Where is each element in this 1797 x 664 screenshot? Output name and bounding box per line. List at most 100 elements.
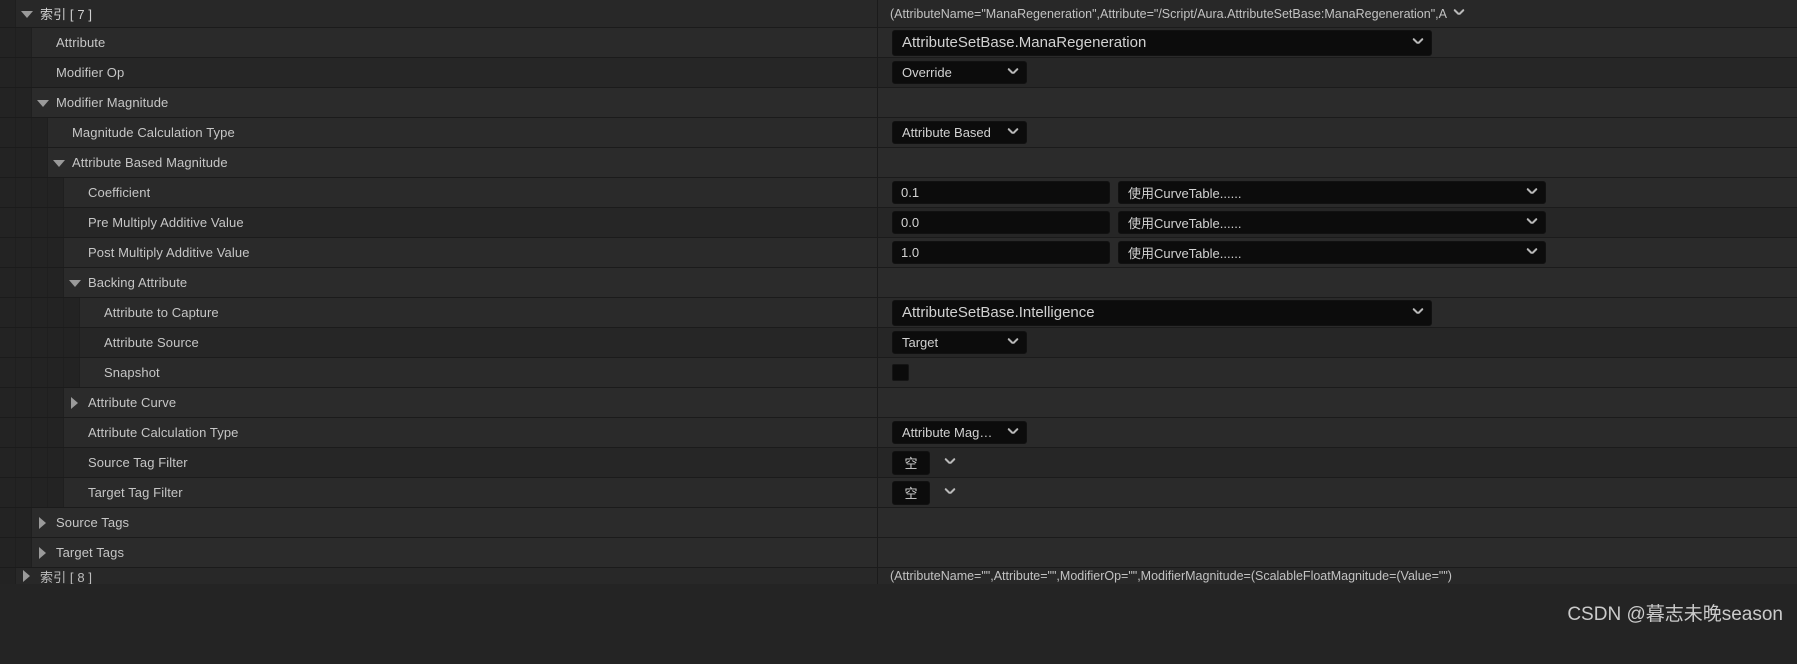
chevron-down-icon[interactable] [944, 486, 957, 499]
indent-guide [0, 328, 16, 357]
indent-guide [16, 238, 32, 267]
attribute-calculation-type-value: Attribute Magnitude [902, 425, 999, 440]
indent-guide [16, 508, 32, 537]
row-target-tags[interactable]: Target Tags [0, 538, 1797, 568]
value-cell-snapshot [878, 358, 1797, 387]
row-coefficient[interactable]: Coefficient 0.1 使用CurveTable...... [0, 178, 1797, 208]
indent-guide [0, 358, 16, 387]
indent-guide [32, 388, 48, 417]
row-attribute-curve[interactable]: Attribute Curve [0, 388, 1797, 418]
indent-guide [48, 268, 64, 297]
array-index-header-row[interactable]: 索引 [ 7 ] (AttributeName="ManaRegeneratio… [0, 0, 1797, 28]
spacer-icon [84, 366, 98, 380]
spacer-icon [68, 426, 82, 440]
label-cell-magnitude-calculation-type: Magnitude Calculation Type [0, 118, 878, 147]
next-array-index-header-row[interactable]: 索引 [ 8 ] (AttributeName="",Attribute="",… [0, 568, 1797, 584]
details-panel: 索引 [ 7 ] (AttributeName="ManaRegeneratio… [0, 0, 1797, 664]
indent-guide [0, 178, 16, 207]
indent-guide [0, 58, 16, 87]
row-post-multiply-additive-value[interactable]: Post Multiply Additive Value 1.0 使用Curve… [0, 238, 1797, 268]
magnitude-calculation-type-dropdown[interactable]: Attribute Based [892, 121, 1027, 144]
indent-guide [0, 418, 16, 447]
label-cell-target-tags: Target Tags [0, 538, 878, 567]
label-cell-modifier-magnitude: Modifier Magnitude [0, 88, 878, 117]
post-multiply-curve-dropdown[interactable]: 使用CurveTable...... [1118, 241, 1546, 264]
chevron-down-icon[interactable] [52, 156, 66, 170]
label-post-multiply-additive-value: Post Multiply Additive Value [88, 245, 250, 260]
indent-guide [32, 178, 48, 207]
attribute-dropdown[interactable]: AttributeSetBase.ManaRegeneration [892, 29, 1432, 56]
chevron-right-icon[interactable] [20, 569, 34, 583]
row-magnitude-calculation-type[interactable]: Magnitude Calculation Type Attribute Bas… [0, 118, 1797, 148]
indent-guide [64, 298, 80, 327]
row-attribute-calculation-type[interactable]: Attribute Calculation Type Attribute Mag… [0, 418, 1797, 448]
chevron-down-icon[interactable] [1453, 7, 1466, 20]
label-target-tags: Target Tags [56, 545, 125, 560]
indent-guide [16, 178, 32, 207]
indent-guide [16, 448, 32, 477]
chevron-down-icon[interactable] [68, 276, 82, 290]
row-pre-multiply-additive-value[interactable]: Pre Multiply Additive Value 0.0 使用CurveT… [0, 208, 1797, 238]
snapshot-checkbox[interactable] [892, 364, 909, 381]
row-attribute-to-capture[interactable]: Attribute to Capture AttributeSetBase.In… [0, 298, 1797, 328]
row-modifier-op[interactable]: Modifier Op Override [0, 58, 1797, 88]
chevron-down-icon [1526, 186, 1539, 199]
attribute-calculation-type-dropdown[interactable]: Attribute Magnitude [892, 421, 1027, 444]
value-cell-source-tag-filter: 空 [878, 448, 1797, 477]
indent-guide [48, 358, 64, 387]
chevron-right-icon[interactable] [68, 396, 82, 410]
chevron-down-icon[interactable] [944, 456, 957, 469]
coefficient-input[interactable]: 0.1 [892, 181, 1110, 204]
row-source-tag-filter[interactable]: Source Tag Filter 空 [0, 448, 1797, 478]
chevron-down-icon[interactable] [36, 96, 50, 110]
indent-guide [16, 298, 32, 327]
attribute-source-dropdown[interactable]: Target [892, 331, 1027, 354]
indent-guide [16, 478, 32, 507]
chevron-right-icon[interactable] [36, 546, 50, 560]
row-backing-attribute[interactable]: Backing Attribute [0, 268, 1797, 298]
indent-guide [0, 28, 16, 57]
csdn-watermark: CSDN @暮志未晚season [1567, 604, 1783, 625]
attribute-to-capture-dropdown[interactable]: AttributeSetBase.Intelligence [892, 299, 1432, 326]
value-cell-attribute-calculation-type: Attribute Magnitude [878, 418, 1797, 447]
row-attribute[interactable]: Attribute AttributeSetBase.ManaRegenerat… [0, 28, 1797, 58]
next-index-header-label-cell: 索引 [ 8 ] [0, 568, 878, 584]
indent-guide [16, 118, 32, 147]
pre-multiply-curve-dropdown[interactable]: 使用CurveTable...... [1118, 211, 1546, 234]
row-target-tag-filter[interactable]: Target Tag Filter 空 [0, 478, 1797, 508]
index-header-label-cell: 索引 [ 7 ] [0, 0, 878, 27]
spacer-icon [52, 126, 66, 140]
indent-guide [16, 418, 32, 447]
spacer-icon [84, 336, 98, 350]
chevron-down-icon[interactable] [20, 7, 34, 21]
label-attribute-source: Attribute Source [104, 335, 199, 350]
source-tag-filter-button[interactable]: 空 [892, 450, 930, 475]
row-attribute-based-magnitude[interactable]: Attribute Based Magnitude [0, 148, 1797, 178]
row-snapshot[interactable]: Snapshot [0, 358, 1797, 388]
indent-guide [16, 358, 32, 387]
source-tag-filter-value: 空 [904, 456, 918, 471]
row-modifier-magnitude[interactable]: Modifier Magnitude [0, 88, 1797, 118]
coefficient-curve-dropdown[interactable]: 使用CurveTable...... [1118, 181, 1546, 204]
spacer-icon [68, 486, 82, 500]
chevron-down-icon [1412, 36, 1425, 49]
post-multiply-additive-value-input[interactable]: 1.0 [892, 241, 1110, 264]
coefficient-value: 0.1 [901, 185, 920, 200]
value-cell-attribute-curve [878, 388, 1797, 417]
chevron-down-icon [1007, 336, 1020, 349]
row-source-tags[interactable]: Source Tags [0, 508, 1797, 538]
spacer-icon [68, 216, 82, 230]
chevron-right-icon[interactable] [36, 516, 50, 530]
value-cell-target-tags [878, 538, 1797, 567]
label-attribute-curve: Attribute Curve [88, 395, 177, 410]
indent-guide [0, 538, 16, 567]
modifier-op-dropdown[interactable]: Override [892, 61, 1027, 84]
label-cell-post-multiply-additive-value: Post Multiply Additive Value [0, 238, 878, 267]
target-tag-filter-button[interactable]: 空 [892, 480, 930, 505]
row-attribute-source[interactable]: Attribute Source Target [0, 328, 1797, 358]
pre-multiply-additive-value-input[interactable]: 0.0 [892, 211, 1110, 234]
spacer-icon [36, 36, 50, 50]
indent-guide [0, 298, 16, 327]
indent-guide [64, 358, 80, 387]
value-cell-magnitude-calculation-type: Attribute Based [878, 118, 1797, 147]
